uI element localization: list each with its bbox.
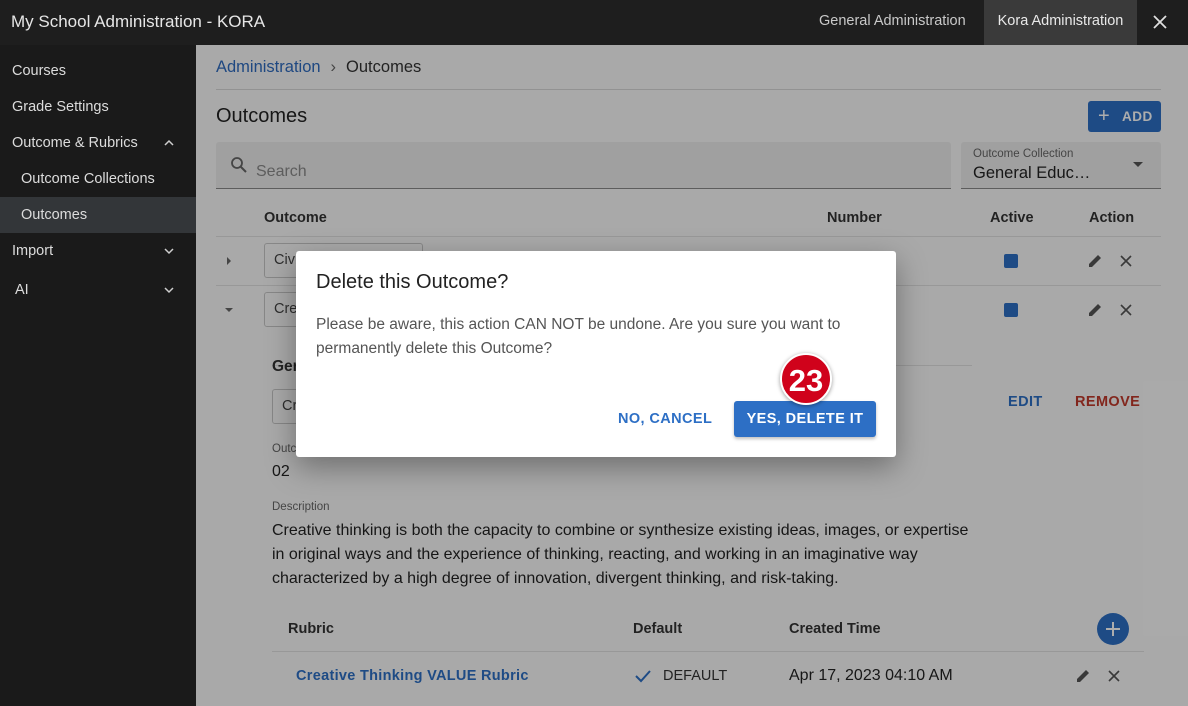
sidebar-item-ai[interactable]: AI [0, 272, 196, 308]
app-title: My School Administration - KORA [11, 12, 266, 31]
dialog-title: Delete this Outcome? [316, 271, 509, 293]
sidebar-item-label: AI [15, 282, 29, 298]
sidebar-item-outcome-rubrics[interactable]: Outcome & Rubrics [0, 125, 196, 161]
sidebar-item-label: Courses [12, 63, 66, 79]
sidebar-item-import[interactable]: Import [0, 233, 196, 269]
sidebar-item-courses[interactable]: Courses [0, 53, 196, 89]
cancel-button[interactable]: NO, CANCEL [618, 411, 712, 427]
chevron-up-icon [164, 139, 174, 146]
step-badge: 23 [780, 353, 832, 405]
dialog-message: Please be aware, this action CAN NOT be … [316, 316, 841, 357]
sidebar-item-label: Import [12, 243, 54, 259]
sidebar-item-outcome-collections[interactable]: Outcome Collections [0, 161, 196, 197]
chevron-down-icon [164, 287, 174, 294]
sidebar-item-label: Outcome Collections [21, 171, 155, 187]
top-bar: My School Administration - KORA General … [0, 0, 1188, 45]
tab-general-administration[interactable]: General Administration [806, 0, 979, 45]
sidebar-item-label: Outcomes [21, 207, 88, 223]
sidebar: Courses Grade Settings Outcome & Rubrics… [0, 45, 196, 706]
tab-kora-administration[interactable]: Kora Administration [984, 0, 1137, 45]
chevron-down-icon [164, 248, 174, 255]
sidebar-item-grade-settings[interactable]: Grade Settings [0, 89, 196, 125]
sidebar-item-label: Outcome & Rubrics [12, 135, 138, 151]
close-icon[interactable] [1148, 10, 1172, 34]
confirm-delete-button[interactable]: YES, DELETE IT [734, 401, 876, 437]
sidebar-item-outcomes[interactable]: Outcomes [0, 197, 196, 233]
sidebar-item-label: Grade Settings [12, 99, 109, 115]
